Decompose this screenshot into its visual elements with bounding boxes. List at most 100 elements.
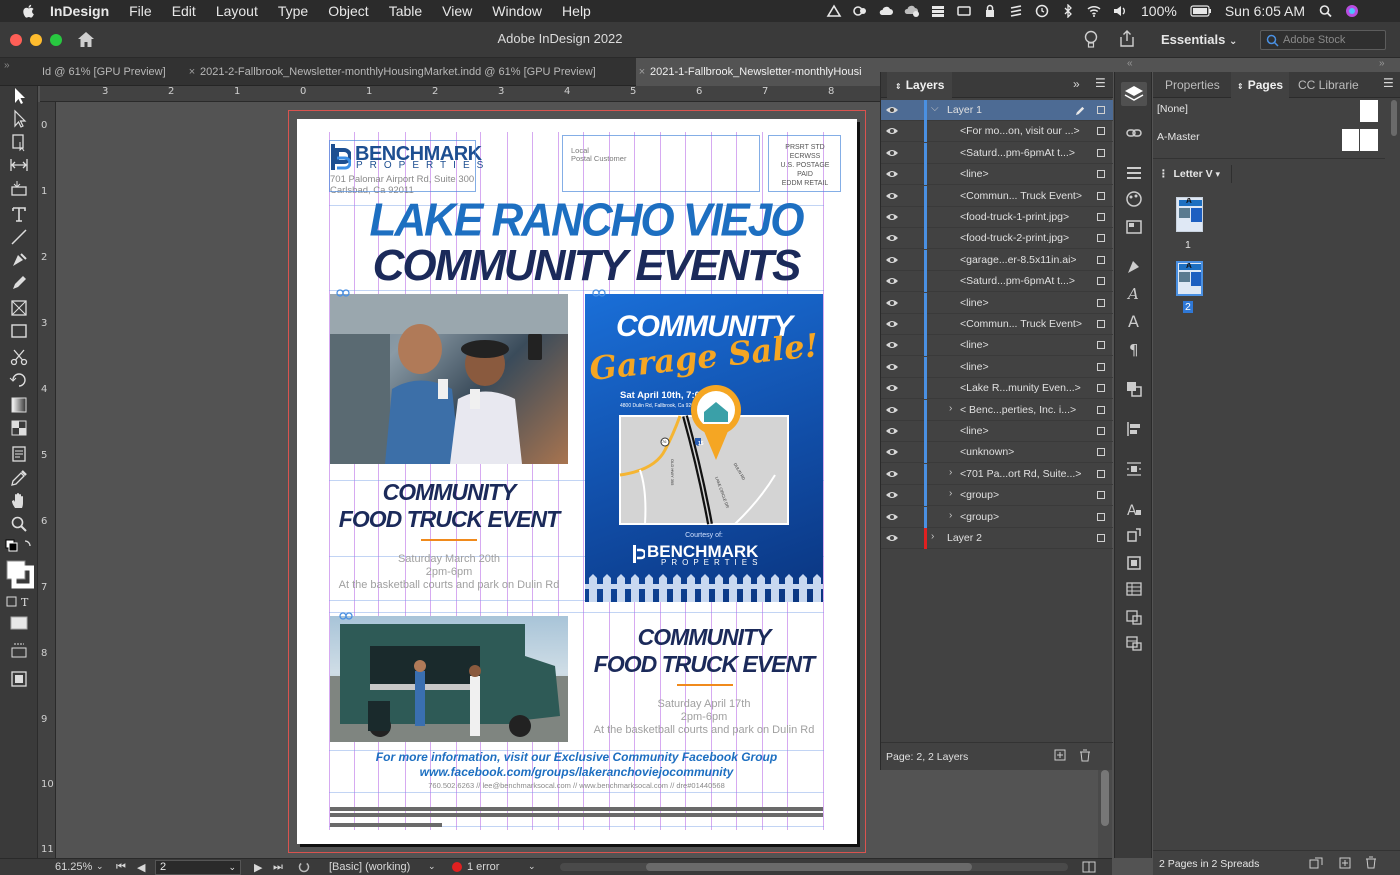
edit-page-size-icon[interactable]: [1309, 857, 1323, 869]
drive-icon[interactable]: [826, 4, 842, 18]
tab-pages[interactable]: ⇕ Pages: [1231, 72, 1290, 98]
visibility-eye-icon[interactable]: [885, 340, 899, 350]
headline-line2[interactable]: COMMUNITY EVENTS: [296, 241, 876, 291]
menu-edit[interactable]: Edit: [172, 3, 196, 19]
chevron-down-icon[interactable]: ⌄: [228, 861, 236, 874]
split-view-icon[interactable]: [1082, 861, 1096, 873]
select-item-box[interactable]: [1097, 469, 1105, 478]
color-panel-icon[interactable]: [1125, 190, 1143, 208]
select-item-box[interactable]: [1097, 255, 1105, 264]
lock-toggle[interactable]: [905, 209, 919, 226]
panel-menu-icon[interactable]: ☰: [1095, 76, 1106, 90]
menu-view[interactable]: View: [442, 3, 472, 19]
gradient-feather-tool[interactable]: [9, 418, 29, 438]
select-item-box[interactable]: [1097, 512, 1105, 521]
layer-item-row[interactable]: <Lake R...munity Even...>: [881, 378, 1113, 400]
select-item-box[interactable]: [1097, 127, 1105, 136]
workspace-switcher[interactable]: Essentials ⌄: [1161, 32, 1237, 47]
preview-mode-icon[interactable]: [9, 669, 29, 689]
chevron-down-icon[interactable]: ⌄: [528, 861, 536, 872]
visibility-eye-icon[interactable]: [885, 490, 899, 500]
chevron-down-icon[interactable]: ⌵: [931, 103, 939, 114]
free-transform-tool[interactable]: [9, 370, 29, 390]
visibility-eye-icon[interactable]: [885, 233, 899, 243]
chevron-right-icon[interactable]: ›: [949, 488, 952, 499]
character-panel-icon[interactable]: A: [1125, 312, 1143, 330]
link-icon[interactable]: [339, 612, 353, 620]
preflight-errors[interactable]: 1 error: [467, 861, 499, 873]
time-machine-icon[interactable]: [1034, 4, 1050, 18]
event2-title-line2[interactable]: FOOD TRUCK EVENT: [585, 651, 823, 678]
headline-line1[interactable]: LAKE RANCHO VIEJO: [296, 195, 876, 248]
card-icon[interactable]: [956, 4, 972, 18]
pen-tool[interactable]: [9, 250, 29, 270]
chevron-right-icon[interactable]: ›: [949, 467, 952, 478]
lock-toggle[interactable]: [905, 166, 919, 183]
app-menu[interactable]: InDesign: [50, 3, 109, 19]
preflight-spinner-icon[interactable]: [298, 861, 310, 873]
scroll-thumb[interactable]: [646, 863, 972, 871]
page-number-field[interactable]: 2 ⌄: [155, 860, 241, 875]
creative-cloud-icon[interactable]: [852, 4, 868, 18]
glyphs-icon[interactable]: A: [1125, 500, 1143, 518]
stripes-icon[interactable]: [1008, 4, 1024, 18]
layer-item-row[interactable]: <Commun... Truck Event>: [881, 185, 1113, 207]
layer-item-row[interactable]: <garage...er-8.5x11in.ai>: [881, 249, 1113, 271]
menu-table[interactable]: Table: [389, 3, 422, 19]
rectangle-frame-tool[interactable]: [9, 298, 29, 318]
select-item-box[interactable]: [1097, 427, 1105, 435]
masters-scroll-thumb[interactable]: [1391, 100, 1397, 136]
gap-tool[interactable]: [9, 155, 29, 175]
trash-icon[interactable]: [1079, 749, 1091, 762]
previous-page-icon[interactable]: ◀: [137, 861, 145, 874]
logo-frame[interactable]: [329, 140, 476, 192]
menu-layout[interactable]: Layout: [216, 3, 258, 19]
master-none[interactable]: [None]: [1157, 103, 1389, 115]
link-icon[interactable]: [336, 289, 350, 297]
link-icon[interactable]: [592, 289, 606, 297]
clock[interactable]: Sun 6:05 AM: [1225, 3, 1305, 19]
visibility-eye-icon[interactable]: [885, 212, 899, 222]
select-item-box[interactable]: [1097, 106, 1105, 114]
menu-window[interactable]: Window: [492, 3, 542, 19]
type-tool[interactable]: [9, 204, 29, 224]
master-none-thumbnail[interactable]: [1360, 100, 1378, 122]
cell-styles-icon[interactable]: [1125, 634, 1143, 652]
transform-icon[interactable]: [1125, 554, 1143, 572]
close-tab-icon[interactable]: ×: [636, 58, 648, 86]
screen-mode-icon[interactable]: [9, 641, 29, 661]
next-page-icon[interactable]: ▶: [254, 861, 262, 874]
select-item-box[interactable]: [1097, 405, 1105, 414]
collapse-panel-icon[interactable]: »: [1073, 77, 1080, 91]
new-page-icon[interactable]: [1339, 857, 1351, 869]
first-page-icon[interactable]: ⏮: [116, 861, 126, 874]
select-item-box[interactable]: [1097, 191, 1105, 200]
event2-title-line1[interactable]: COMMUNITY: [585, 624, 823, 651]
lock-toggle[interactable]: [905, 295, 919, 312]
layer-item-row[interactable]: <food-truck-2-print.jpg>: [881, 228, 1113, 250]
layer-item-row[interactable]: › <701 Pa...ort Rd, Suite...>: [881, 463, 1113, 485]
rectangle-tool[interactable]: [9, 321, 29, 341]
visibility-eye-icon[interactable]: [885, 319, 899, 329]
chevron-down-icon[interactable]: ⌄: [428, 861, 436, 872]
bluetooth-icon[interactable]: [1060, 4, 1076, 18]
select-item-box[interactable]: [1097, 298, 1105, 307]
lock-icon[interactable]: [982, 4, 998, 18]
lock-toggle[interactable]: [905, 509, 919, 526]
layer-item-row[interactable]: <food-truck-1-print.jpg>: [881, 207, 1113, 228]
table-icon[interactable]: [1125, 580, 1143, 598]
select-item-box[interactable]: [1097, 320, 1105, 328]
table-styles-icon[interactable]: [1125, 608, 1143, 626]
new-layer-icon[interactable]: [1054, 749, 1066, 761]
master-a-left-thumbnail[interactable]: [1342, 129, 1359, 151]
layer-item-row[interactable]: <line>: [881, 164, 1113, 186]
lock-toggle[interactable]: [905, 316, 919, 333]
layer-item-row[interactable]: <Saturd...pm-6pmAt t...>: [881, 142, 1113, 164]
select-item-box[interactable]: [1097, 448, 1105, 457]
paragraph-panel-icon[interactable]: ¶: [1125, 340, 1143, 358]
lock-toggle[interactable]: [905, 423, 919, 440]
stroke-panel-icon[interactable]: [1125, 164, 1143, 182]
lock-toggle[interactable]: [905, 145, 919, 162]
facebook-line1[interactable]: For more information, visit our Exclusiv…: [329, 750, 824, 765]
visibility-eye-icon[interactable]: [885, 126, 899, 136]
